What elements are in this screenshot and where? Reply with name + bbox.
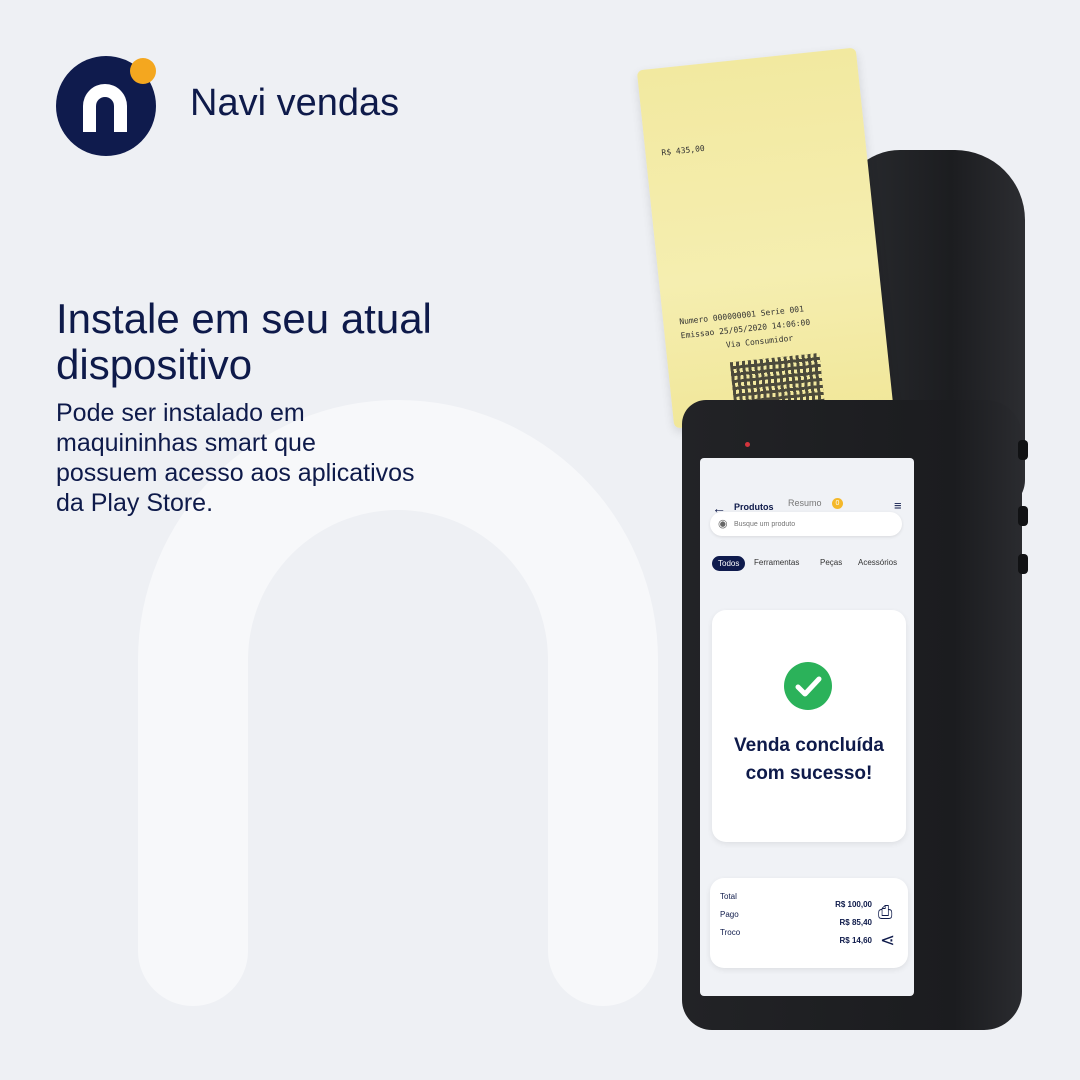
category-ferramentas[interactable]: Ferramentas bbox=[754, 558, 799, 567]
background-n-cap-left bbox=[138, 896, 248, 1006]
side-button-3[interactable] bbox=[1018, 554, 1028, 574]
check-icon bbox=[784, 662, 832, 710]
print-icon[interactable]: ⎙ bbox=[878, 902, 892, 923]
device-screen: ← Produtos Resumo 0 ≡ ◉ Todos Ferramenta… bbox=[700, 458, 914, 996]
printed-receipt: R$ 435,00 Numero 000000001 Serie 001 Emi… bbox=[636, 47, 894, 429]
totals-card: Total R$ 100,00 Pago R$ 85,40 Troco R$ 1… bbox=[710, 878, 908, 968]
menu-icon[interactable]: ≡ bbox=[894, 498, 902, 513]
total-label: Total bbox=[720, 892, 737, 901]
share-icon[interactable]: ⋖ bbox=[880, 930, 895, 951]
resumo-badge: 0 bbox=[832, 498, 843, 509]
side-button-2[interactable] bbox=[1018, 506, 1028, 526]
headline: Instale em seu atual dispositivo bbox=[56, 295, 432, 388]
category-acessorios[interactable]: Acessórios bbox=[858, 558, 897, 567]
logo-dot bbox=[130, 58, 156, 84]
receipt-via: Via Consumidor bbox=[725, 333, 794, 350]
brand: Navi vendas bbox=[56, 56, 476, 156]
background-n-cap-right bbox=[548, 896, 658, 1006]
side-button-1[interactable] bbox=[1018, 440, 1028, 460]
category-todos[interactable]: Todos bbox=[712, 556, 746, 571]
success-card: Venda concluída com sucesso! bbox=[712, 610, 906, 842]
camera-icon[interactable]: ◉ bbox=[718, 517, 728, 530]
troco-value: R$ 14,60 bbox=[839, 936, 872, 945]
receipt-total-items: R$ 435,00 bbox=[661, 143, 706, 158]
total-value: R$ 100,00 bbox=[835, 900, 872, 909]
pago-value: R$ 85,40 bbox=[839, 918, 872, 927]
category-tabs: Todos Ferramentas Peças Acessórios bbox=[712, 556, 912, 576]
troco-label: Troco bbox=[720, 928, 741, 937]
status-led bbox=[745, 442, 750, 447]
pago-label: Pago bbox=[720, 910, 739, 919]
pos-terminal: R$ 435,00 Numero 000000001 Serie 001 Emi… bbox=[636, 47, 1030, 1030]
tab-resumo[interactable]: Resumo bbox=[788, 498, 822, 508]
category-pecas[interactable]: Peças bbox=[820, 558, 842, 567]
search-bar[interactable]: ◉ bbox=[710, 512, 902, 536]
brand-name: Navi vendas bbox=[190, 82, 400, 124]
search-input[interactable] bbox=[734, 517, 894, 531]
tab-produtos[interactable]: Produtos bbox=[734, 502, 774, 512]
success-message: Venda concluída com sucesso! bbox=[734, 735, 884, 784]
body-text: Pode ser instalado em maquininhas smart … bbox=[56, 399, 415, 517]
navi-logo bbox=[56, 56, 156, 156]
logo-n-glyph bbox=[83, 84, 127, 132]
